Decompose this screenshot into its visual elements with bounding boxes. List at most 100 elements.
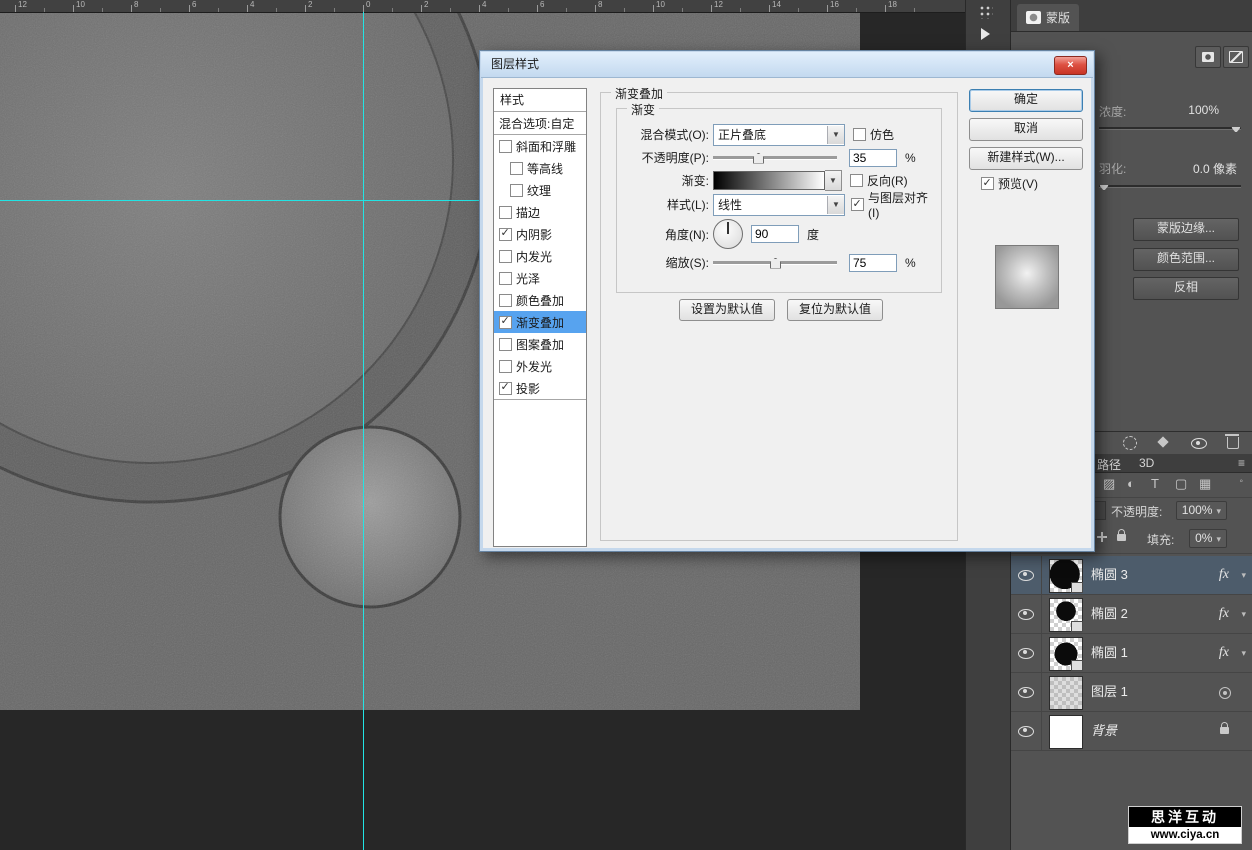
blending-options-item[interactable]: 混合选项:自定	[494, 112, 586, 134]
filter-smart-objects-icon[interactable]: ▦	[1199, 476, 1211, 492]
style-checkbox[interactable]	[499, 140, 512, 153]
visibility-toggle[interactable]	[1011, 673, 1042, 711]
style-checkbox[interactable]	[499, 272, 512, 285]
panel-menu-icon[interactable]: ≡	[1238, 456, 1245, 470]
layer-row[interactable]: 图层 1	[1011, 673, 1252, 712]
cancel-button[interactable]: 取消	[969, 118, 1083, 141]
filter-toggle-icon[interactable]: ◦	[1239, 476, 1243, 487]
visibility-toggle[interactable]	[1011, 595, 1042, 633]
opacity-input[interactable]	[849, 149, 897, 167]
style-item[interactable]: 光泽	[494, 267, 586, 289]
layer-row[interactable]: 椭圆 2 fx ▾	[1011, 595, 1252, 634]
style-checkbox[interactable]	[499, 338, 512, 351]
set-default-button[interactable]: 设置为默认值	[679, 299, 775, 321]
new-style-button[interactable]: 新建样式(W)...	[969, 147, 1083, 170]
collapse-panels-icon[interactable]	[979, 5, 993, 19]
add-vector-mask-button[interactable]	[1223, 46, 1249, 68]
angle-dial[interactable]	[713, 219, 743, 249]
tab-3d[interactable]: 3D	[1139, 456, 1154, 470]
style-checkbox[interactable]	[510, 162, 523, 175]
align-checkbox[interactable]	[851, 198, 864, 211]
layer-thumbnail[interactable]	[1049, 676, 1083, 710]
scale-slider-thumb[interactable]	[770, 258, 781, 269]
style-checkbox[interactable]	[499, 382, 512, 395]
layer-thumbnail[interactable]	[1049, 559, 1083, 593]
style-checkbox[interactable]	[499, 206, 512, 219]
style-item[interactable]: 斜面和浮雕	[494, 135, 586, 157]
fx-expand-icon[interactable]: ▾	[1241, 556, 1246, 594]
feather-slider[interactable]	[1099, 185, 1241, 188]
fx-badge[interactable]: fx	[1219, 595, 1229, 633]
density-slider-handle[interactable]	[1231, 123, 1241, 133]
opacity-slider-thumb[interactable]	[753, 153, 764, 164]
reverse-checkbox[interactable]	[850, 174, 863, 187]
style-checkbox[interactable]	[499, 228, 512, 241]
style-dropdown[interactable]: 线性 ▼	[713, 194, 845, 216]
filter-shape-layers-icon[interactable]: ▢	[1175, 476, 1187, 492]
dither-checkbox[interactable]	[853, 128, 866, 141]
visibility-toggle[interactable]	[1011, 634, 1042, 672]
style-item[interactable]: 颜色叠加	[494, 289, 586, 311]
style-item[interactable]: 投影	[494, 377, 586, 399]
opacity-dropdown[interactable]: 100%▾	[1176, 501, 1227, 520]
filter-adjustment-layers-icon[interactable]: ◐	[1127, 476, 1135, 491]
style-checkbox[interactable]	[499, 294, 512, 307]
layer-thumbnail[interactable]	[1049, 598, 1083, 632]
fx-expand-icon[interactable]: ▾	[1241, 634, 1246, 672]
layer-row[interactable]: 背景	[1011, 712, 1252, 751]
load-selection-icon[interactable]	[1123, 436, 1137, 450]
blend-mode-dropdown-fragment[interactable]	[1094, 501, 1106, 520]
lock-position-icon[interactable]	[1097, 532, 1107, 542]
blend-mode-dropdown[interactable]: 正片叠底 ▼	[713, 124, 845, 146]
density-slider[interactable]	[1099, 127, 1241, 130]
ok-button[interactable]: 确定	[969, 89, 1083, 112]
style-checkbox[interactable]	[499, 250, 512, 263]
mask-edge-button[interactable]: 蒙版边缘...	[1133, 218, 1239, 241]
style-item[interactable]: 纹理	[494, 179, 586, 201]
filter-type-layers-icon[interactable]: T	[1151, 476, 1159, 491]
layer-thumbnail[interactable]	[1049, 637, 1083, 671]
filter-pixel-layers-icon[interactable]: ▨	[1103, 476, 1115, 492]
style-checkbox[interactable]	[499, 316, 512, 329]
opacity-slider[interactable]	[713, 156, 837, 160]
close-icon[interactable]: ×	[1054, 56, 1087, 75]
gradient-preview[interactable]	[713, 171, 825, 190]
color-range-button[interactable]: 颜色范围...	[1133, 248, 1239, 271]
style-item[interactable]: 描边	[494, 201, 586, 223]
style-item[interactable]: 图案叠加	[494, 333, 586, 355]
layer-row[interactable]: 椭圆 3 fx ▾	[1011, 556, 1252, 595]
scale-input[interactable]	[849, 254, 897, 272]
delete-mask-trash-icon[interactable]	[1227, 437, 1239, 449]
gradient-picker-chevron-icon[interactable]: ▼	[825, 170, 842, 191]
layer-row[interactable]: 椭圆 1 fx ▾	[1011, 634, 1252, 673]
style-item[interactable]: 外发光	[494, 355, 586, 377]
visibility-toggle[interactable]	[1011, 712, 1042, 750]
visibility-toggle[interactable]	[1011, 556, 1042, 594]
fill-dropdown[interactable]: 0%▾	[1189, 529, 1227, 548]
style-item[interactable]: 等高线	[494, 157, 586, 179]
style-checkbox[interactable]	[499, 360, 512, 373]
fx-badge[interactable]: fx	[1219, 634, 1229, 672]
style-item[interactable]: 内阴影	[494, 223, 586, 245]
fx-expand-icon[interactable]: ▾	[1241, 595, 1246, 633]
style-item[interactable]: 内发光	[494, 245, 586, 267]
dialog-titlebar[interactable]: 图层样式 ×	[481, 52, 1093, 78]
layer-thumbnail[interactable]	[1049, 715, 1083, 749]
expand-panel-icon[interactable]	[981, 28, 990, 40]
tab-masks[interactable]: 蒙版	[1017, 4, 1079, 31]
feather-slider-handle[interactable]	[1099, 181, 1109, 191]
ruler[interactable]: 12108642024681012141618	[0, 0, 965, 13]
style-checkbox[interactable]	[510, 184, 523, 197]
lock-all-icon[interactable]	[1117, 534, 1126, 541]
vertical-guide[interactable]	[363, 12, 364, 850]
preview-checkbox[interactable]	[981, 177, 994, 190]
add-pixel-mask-button[interactable]	[1195, 46, 1221, 68]
scale-slider[interactable]	[713, 261, 837, 265]
invert-button[interactable]: 反相	[1133, 277, 1239, 300]
style-item[interactable]: 渐变叠加	[494, 311, 586, 333]
tab-paths[interactable]: 路径	[1097, 456, 1121, 473]
apply-mask-icon[interactable]	[1157, 436, 1168, 447]
disable-mask-eye-icon[interactable]	[1191, 438, 1207, 449]
reset-default-button[interactable]: 复位为默认值	[787, 299, 883, 321]
fx-badge[interactable]: fx	[1219, 556, 1229, 594]
